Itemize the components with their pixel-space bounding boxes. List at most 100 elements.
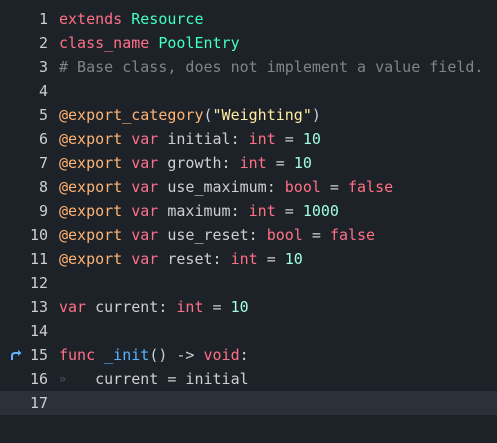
code-text[interactable]: func _init() -> void: <box>59 343 249 367</box>
code-token: var <box>131 130 159 148</box>
code-token: 10 <box>284 250 303 268</box>
code-token: use_maximum: <box>158 178 285 196</box>
code-text[interactable]: @export var initial: int = 10 <box>59 127 321 151</box>
line-number: 15 <box>29 346 48 364</box>
code-token: # Base class, does not implement a value… <box>59 58 484 76</box>
code-line[interactable]: 15 func _init() -> void: <box>0 343 497 367</box>
code-line[interactable]: 17 <box>0 391 497 415</box>
code-token: int <box>248 130 276 148</box>
code-token: growth: <box>158 154 240 172</box>
line-number: 8 <box>38 178 48 196</box>
code-text[interactable]: @export_category("Weighting") <box>59 103 321 127</box>
line-number: 17 <box>29 394 48 412</box>
code-editor[interactable]: 1 extends Resource 2 class_name PoolEntry 3 #… <box>0 0 497 443</box>
code-text[interactable]: var current: int = 10 <box>59 295 249 319</box>
code-token: @export <box>59 130 123 148</box>
line-number: 11 <box>29 250 48 268</box>
code-text[interactable]: # Base class, does not implement a value… <box>59 55 483 79</box>
code-token: = <box>266 154 294 172</box>
code-line[interactable]: 3 # Base class, does not implement a valu… <box>0 55 497 79</box>
line-number: 12 <box>29 274 48 292</box>
code-token: = <box>320 178 348 196</box>
code-token: Resource <box>131 10 204 28</box>
line-number: 10 <box>29 226 48 244</box>
code-line[interactable]: 13 var current: int = 10 <box>0 295 497 319</box>
code-token: = <box>302 226 330 244</box>
code-line[interactable]: 14 <box>0 319 497 343</box>
code-token: var <box>131 202 159 220</box>
code-text[interactable]: @export var growth: int = 10 <box>59 151 312 175</box>
code-token: ) <box>311 106 321 124</box>
code-token: int <box>230 250 258 268</box>
code-line[interactable]: 16» current = initial <box>0 367 497 391</box>
code-line[interactable]: 8 @export var use_maximum: bool = false <box>0 175 497 199</box>
code-token: var <box>131 226 159 244</box>
code-token: 10 <box>230 298 249 316</box>
code-text[interactable]: class_name PoolEntry <box>59 31 240 55</box>
code-text[interactable]: @export var maximum: int = 1000 <box>59 199 339 223</box>
line-number: 3 <box>38 58 48 76</box>
code-token: = <box>275 130 303 148</box>
code-token: 1000 <box>302 202 339 220</box>
code-line[interactable]: 4 <box>0 79 497 103</box>
line-number: 13 <box>29 298 48 316</box>
code-line[interactable]: 2 class_name PoolEntry <box>0 31 497 55</box>
code-line[interactable]: 9 @export var maximum: int = 1000 <box>0 199 497 223</box>
line-number: 4 <box>38 82 48 100</box>
line-number: 2 <box>38 34 48 52</box>
code-line[interactable]: 6 @export var initial: int = 10 <box>0 127 497 151</box>
code-token: @export <box>59 178 123 196</box>
code-token: false <box>329 226 376 244</box>
code-line[interactable]: 10 @export var use_reset: bool = false <box>0 223 497 247</box>
code-text[interactable]: @export var reset: int = 10 <box>59 247 303 271</box>
code-line[interactable]: 11 @export var reset: int = 10 <box>0 247 497 271</box>
code-token: ( <box>203 106 213 124</box>
line-number: 7 <box>38 154 48 172</box>
code-token: @export <box>59 250 123 268</box>
code-line[interactable]: 7 @export var growth: int = 10 <box>0 151 497 175</box>
code-token: var <box>131 178 159 196</box>
code-text[interactable]: @export var use_maximum: bool = false <box>59 175 393 199</box>
code-text[interactable]: current = initial <box>59 367 249 391</box>
line-number: 9 <box>38 202 48 220</box>
code-token: extends <box>59 10 123 28</box>
code-token: "Weighting" <box>212 106 312 124</box>
code-token: current = initial <box>59 370 249 388</box>
code-token: use_reset: <box>158 226 267 244</box>
code-token: 10 <box>302 130 321 148</box>
code-token: 10 <box>293 154 312 172</box>
line-number: 5 <box>38 106 48 124</box>
code-token: = <box>257 250 285 268</box>
code-text[interactable]: @export var use_reset: bool = false <box>59 223 375 247</box>
code-token: _init <box>104 346 150 364</box>
code-token: current: <box>86 298 177 316</box>
code-line[interactable]: 1 extends Resource <box>0 7 497 31</box>
code-token: var <box>59 298 87 316</box>
code-line[interactable]: 5 @export_category("Weighting") <box>0 103 497 127</box>
code-line[interactable]: 12 <box>0 271 497 295</box>
code-text[interactable]: extends Resource <box>59 7 204 31</box>
code-token: reset: <box>158 250 231 268</box>
code-token: @export <box>59 202 123 220</box>
line-number: 16 <box>29 370 48 388</box>
code-token: false <box>348 178 394 196</box>
code-token: func <box>59 346 96 364</box>
code-token: () -> <box>149 346 204 364</box>
code-token: initial: <box>158 130 249 148</box>
code-token: = <box>275 202 303 220</box>
code-token: var <box>131 154 159 172</box>
line-number: 1 <box>38 10 48 28</box>
code-token: bool <box>266 226 303 244</box>
line-number: 14 <box>29 322 48 340</box>
code-token: int <box>239 154 267 172</box>
code-token: int <box>176 298 204 316</box>
code-token: @export <box>59 226 123 244</box>
